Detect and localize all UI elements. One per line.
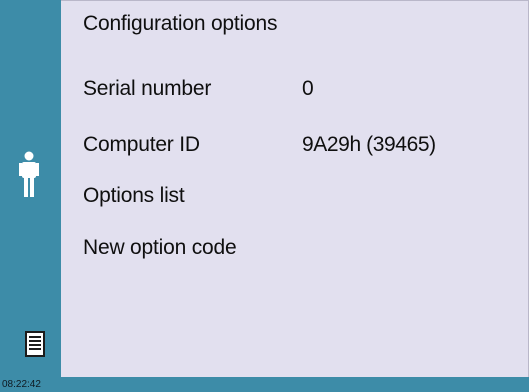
- page-title: Configuration options: [83, 12, 278, 35]
- left-sidebar: [0, 0, 61, 377]
- serial-number-value: 0: [302, 77, 314, 100]
- computer-id-label[interactable]: Computer ID: [83, 133, 200, 157]
- document-list-icon[interactable]: [25, 331, 45, 357]
- person-icon[interactable]: [17, 151, 41, 199]
- options-list-item[interactable]: Options list: [83, 184, 185, 208]
- screen: Configuration options Serial number 0 Co…: [0, 0, 529, 392]
- clock-text: 08:22:42: [2, 379, 41, 390]
- status-bar: [0, 377, 529, 392]
- computer-id-value: 9A29h (39465): [302, 133, 436, 156]
- serial-number-label[interactable]: Serial number: [83, 77, 211, 101]
- new-option-code-item[interactable]: New option code: [83, 236, 237, 260]
